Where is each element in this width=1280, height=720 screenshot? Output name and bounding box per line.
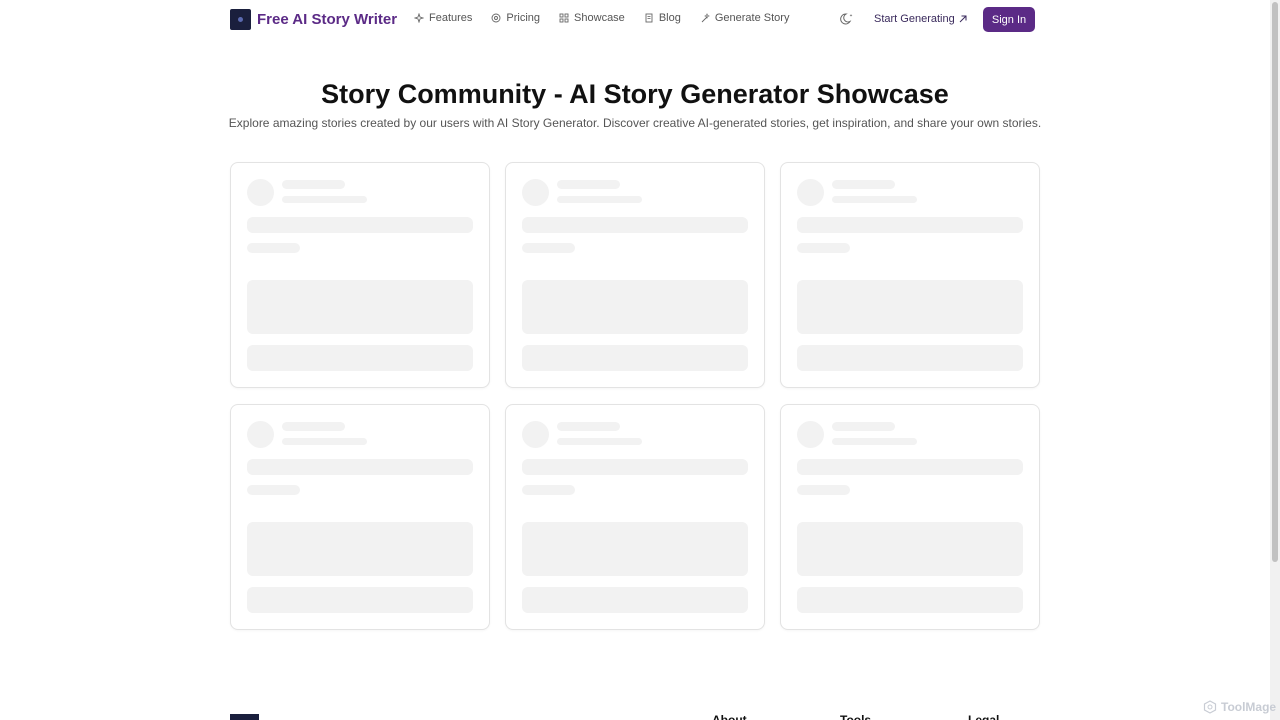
arrow-up-right-icon [959,15,967,23]
skeleton-button [247,345,473,371]
skeleton-excerpt [522,522,748,576]
footer-heading-legal: Legal [968,714,999,720]
toolmage-logo-icon [1203,700,1217,714]
brand-logo-icon [230,9,251,30]
story-card-skeleton [780,404,1040,630]
skeleton-button [797,587,1023,613]
nav-label: Features [429,12,473,24]
skeleton-button [247,587,473,613]
nav-label: Blog [658,12,681,24]
nav-item-pricing[interactable]: Pricing [491,12,540,24]
nav-item-blog[interactable]: Blog [644,12,681,24]
skeleton-title [247,459,473,475]
nav-item-showcase[interactable]: Showcase [559,12,625,24]
skeleton-excerpt [797,280,1023,334]
footer-heading-tools: Tools [840,714,871,720]
skeleton-avatar [797,421,824,448]
nav-item-features[interactable]: Features [414,12,472,24]
skeleton-title [247,217,473,233]
document-icon [645,13,653,23]
skeleton-button [522,345,748,371]
sign-in-button[interactable]: Sign In [983,7,1035,32]
start-generating-link[interactable]: Start Generating [874,13,967,25]
story-card-skeleton [230,162,490,388]
skeleton-meta [832,438,917,445]
grid-icon [559,13,569,23]
skeleton-button [797,345,1023,371]
skeleton-author [832,422,895,431]
skeleton-excerpt [247,280,473,334]
skeleton-meta [282,196,367,203]
skeleton-avatar [797,179,824,206]
skeleton-title [797,459,1023,475]
skeleton-excerpt [522,280,748,334]
skeleton-button [522,587,748,613]
sparkles-icon [414,13,424,23]
page-title: Story Community - AI Story Generator Sho… [321,79,949,109]
story-card-skeleton [780,162,1040,388]
scrollbar-thumb[interactable] [1272,2,1278,562]
skeleton-excerpt [797,522,1023,576]
story-card-skeleton [505,404,765,630]
skeleton-author [557,422,620,431]
skeleton-tag [797,243,850,253]
skeleton-avatar [247,421,274,448]
wand-icon [701,13,710,23]
footer-heading-about: About [712,714,747,720]
page-scrollbar[interactable] [1270,0,1280,720]
skeleton-avatar [522,421,549,448]
skeleton-title [522,217,748,233]
skeleton-tag [247,243,300,253]
skeleton-author [832,180,895,189]
moon-icon[interactable] [840,12,854,26]
nav-label: Pricing [506,12,541,24]
skeleton-tag [797,485,850,495]
brand-link[interactable]: Free AI Story Writer [230,9,397,30]
skeleton-avatar [247,179,274,206]
nav-label: Generate Story [714,12,790,24]
page-subtitle: Explore amazing stories created by our u… [228,116,1042,130]
skeleton-meta [832,196,917,203]
skeleton-tag [247,485,300,495]
site-header: Free AI Story Writer Features Pricing Sh… [0,0,1270,40]
skeleton-meta [557,196,642,203]
coin-icon [491,13,501,23]
brand-name: Free AI Story Writer [257,11,398,28]
skeleton-excerpt [247,522,473,576]
footer-logo-icon [230,714,259,720]
skeleton-title [797,217,1023,233]
story-card-skeleton [505,162,765,388]
skeleton-title [522,459,748,475]
skeleton-author [282,422,345,431]
story-card-skeleton [230,404,490,630]
nav-label: Showcase [574,12,625,24]
nav-item-generate-story[interactable]: Generate Story [700,12,790,24]
skeleton-meta [282,438,367,445]
skeleton-meta [557,438,642,445]
skeleton-author [557,180,620,189]
skeleton-author [282,180,345,189]
main-nav: Features Pricing Showcase Blog Generate … [414,12,789,24]
skeleton-tag [522,243,575,253]
skeleton-tag [522,485,575,495]
watermark-text: ToolMage [1221,700,1277,714]
story-grid [230,162,1040,630]
watermark: ToolMage [1203,700,1276,714]
skeleton-avatar [522,179,549,206]
start-generating-label: Start Generating [874,13,955,25]
